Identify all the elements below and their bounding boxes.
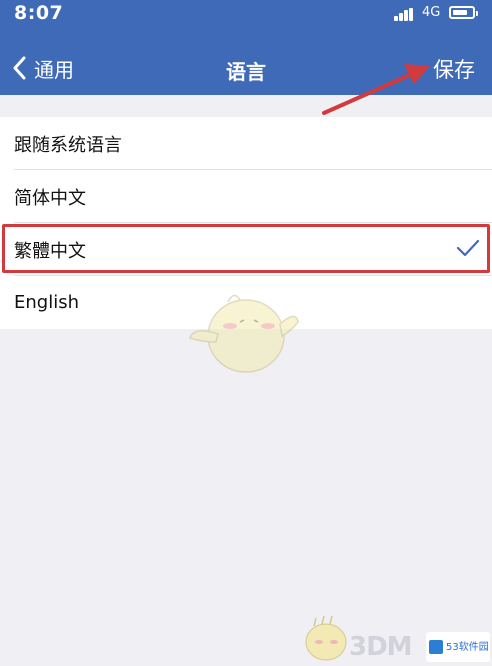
- page-title: 语言: [226, 60, 266, 84]
- save-button[interactable]: 保存: [433, 54, 475, 84]
- mascot-watermark-icon: [189, 294, 299, 373]
- selection-highlight-box: [2, 224, 490, 273]
- battery-icon: [449, 6, 478, 19]
- language-option-system[interactable]: 跟随系统语言: [0, 117, 492, 170]
- checkmark-icon: [456, 239, 480, 257]
- header: 8:07 4G 通用 语言 保存: [0, 0, 492, 95]
- watermark-mascot-icon: [305, 615, 347, 661]
- signal-icon: [394, 8, 413, 22]
- language-option-traditional-chinese[interactable]: 繁體中文: [0, 223, 492, 276]
- status-time: 8:07: [14, 2, 64, 24]
- language-label: 跟随系统语言: [14, 134, 122, 156]
- watermark-logo-icon: [429, 640, 443, 654]
- nav-bar: 通用 语言 保存: [0, 34, 492, 95]
- language-label: 简体中文: [14, 187, 86, 209]
- watermark-badge: 53软件园: [426, 632, 490, 662]
- watermark-3dm-text: 3DM: [349, 632, 413, 662]
- status-bar: 8:07 4G: [0, 0, 492, 34]
- network-label: 4G: [422, 5, 441, 20]
- watermark-badge-text: 53软件园: [446, 641, 489, 653]
- language-label: English: [14, 292, 79, 313]
- language-option-simplified-chinese[interactable]: 简体中文: [0, 170, 492, 223]
